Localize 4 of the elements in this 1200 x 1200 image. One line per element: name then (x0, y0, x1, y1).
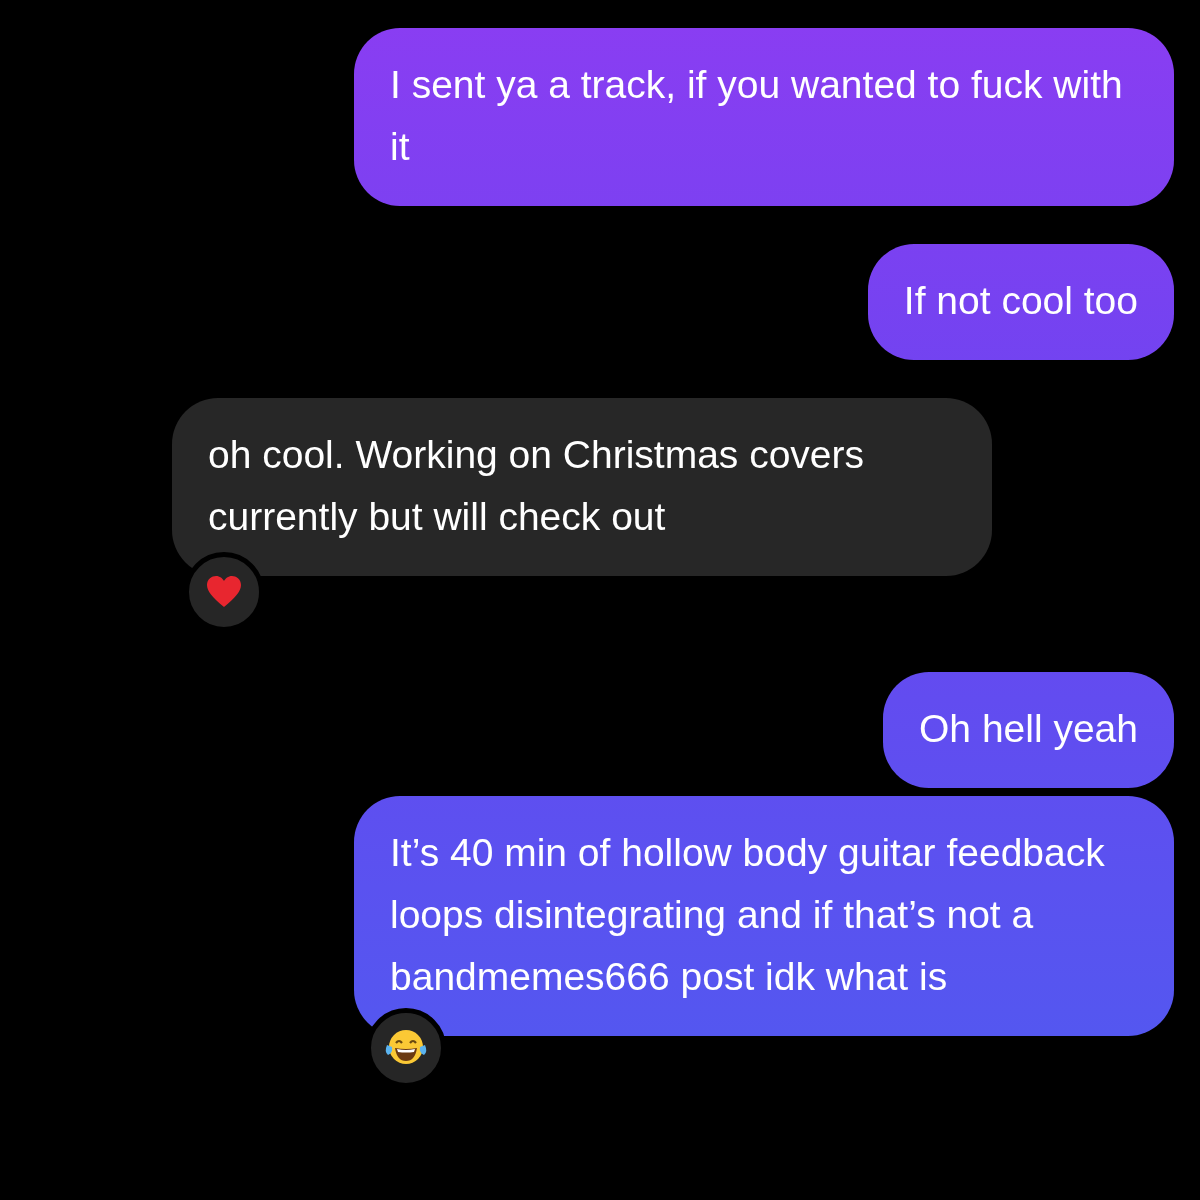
sent-message: Oh hell yeah (883, 672, 1174, 788)
sent-message: If not cool too (867, 244, 1174, 360)
heart-icon (206, 575, 242, 609)
sent-message: I sent ya a track, if you wanted to fuck with it (354, 28, 1174, 206)
